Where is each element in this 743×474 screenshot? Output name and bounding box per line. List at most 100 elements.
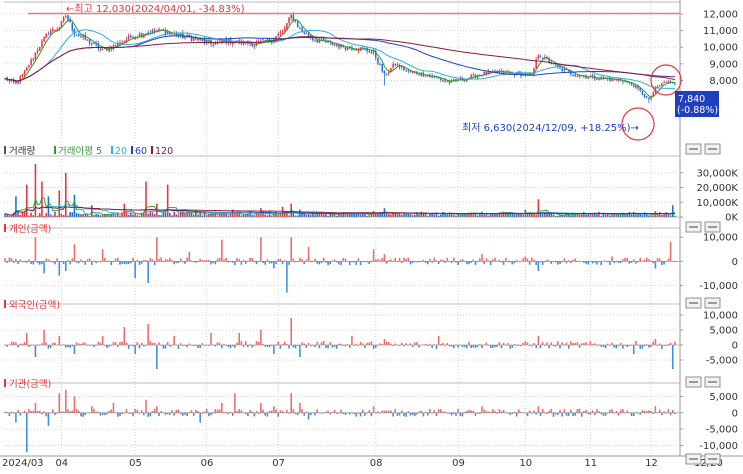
foreign-bar — [535, 345, 537, 349]
institution-bar — [593, 412, 596, 415]
institution-bar — [205, 408, 208, 413]
institution-bar — [528, 410, 531, 413]
individual-bar — [140, 261, 143, 264]
expand-icon[interactable] — [685, 221, 702, 233]
volume-bar — [192, 214, 195, 217]
institution-bar — [455, 412, 457, 416]
foreign-bar — [604, 345, 607, 349]
foreign-bar — [329, 342, 332, 345]
volume-bar — [628, 211, 631, 217]
foreign-bar — [47, 345, 50, 349]
foreign-bar — [661, 345, 663, 349]
individual-bar — [173, 261, 175, 265]
candle-body — [596, 78, 598, 80]
candle-body — [67, 15, 69, 21]
foreign-bar — [613, 345, 616, 348]
institution-bar — [34, 402, 37, 413]
y-tick-label-individual: 0 — [732, 257, 738, 268]
institution-bar — [433, 410, 436, 413]
zoom-icon[interactable] — [704, 453, 721, 465]
y-tick-label-foreign: -5,000 — [706, 356, 738, 367]
candle-body — [32, 58, 35, 60]
foreign-bar — [288, 345, 290, 349]
institution-bar — [622, 408, 624, 413]
institution-bar — [602, 412, 605, 416]
volume-bar — [511, 213, 514, 217]
zoom-icon[interactable] — [704, 376, 721, 388]
institution-bar — [73, 396, 76, 413]
zoom-icon[interactable] — [704, 221, 721, 233]
institution-bar — [199, 412, 201, 423]
foreign-bar — [134, 345, 136, 354]
individual-bar — [158, 258, 160, 262]
volume-bar — [667, 214, 670, 217]
x-tick-label: 10 — [519, 458, 532, 469]
institution-bar — [231, 412, 234, 416]
expand-icon[interactable] — [685, 143, 702, 155]
foreign-bar — [67, 345, 69, 348]
expand-icon[interactable] — [685, 297, 702, 309]
individual-bar — [667, 258, 670, 262]
individual-bar — [550, 261, 553, 264]
institution-bar — [307, 412, 310, 420]
foreign-bar — [500, 345, 503, 349]
institution-bar — [82, 412, 84, 417]
candle-body — [658, 85, 661, 87]
volume-bar — [101, 214, 104, 217]
institution-bar — [84, 412, 87, 416]
zoom-icon[interactable] — [704, 297, 721, 309]
institution-bar — [132, 412, 134, 417]
institution-bar — [619, 409, 622, 413]
institution-bar — [255, 410, 258, 413]
volume-bar — [518, 213, 520, 217]
y-tick-label-volume: 10,000K — [696, 198, 738, 209]
foreign-bar — [619, 342, 622, 345]
candle-body — [78, 34, 80, 36]
volume-legend-ma120: 120 — [155, 146, 173, 157]
individual-title: 개인(금액) — [9, 223, 51, 235]
foreign-bar — [671, 345, 674, 369]
foreign-bar — [522, 342, 524, 345]
institution-bar — [340, 409, 342, 413]
candle-body — [335, 44, 338, 46]
individual-bar — [574, 258, 576, 262]
volume-bar — [630, 214, 633, 217]
institution-bar — [405, 412, 407, 417]
individual-bar — [628, 261, 631, 264]
individual-bar — [281, 261, 284, 265]
institution-bar — [648, 410, 650, 413]
candle-body — [303, 31, 306, 34]
foreign-bar — [162, 345, 165, 349]
foreign-bar — [106, 345, 108, 349]
institution-bar — [253, 412, 256, 417]
institution-bar — [580, 412, 583, 417]
zoom-icon[interactable] — [704, 143, 721, 155]
individual-bar — [316, 261, 319, 264]
candle-body — [385, 74, 388, 76]
candle-body — [561, 68, 563, 71]
volume-bar — [19, 214, 22, 217]
foreign-bar — [240, 341, 243, 345]
volume-bar — [632, 211, 635, 217]
individual-bar — [461, 259, 464, 262]
foreign-bar — [101, 336, 104, 345]
foreign-bar — [639, 345, 642, 349]
stock-chart: 2024/0304050607080910111212/2012,00011,0… — [0, 0, 743, 470]
candle-body — [407, 70, 410, 72]
individual-bar — [279, 258, 282, 262]
institution-bar — [309, 412, 312, 416]
individual-bar — [255, 261, 258, 265]
candle-body — [622, 81, 624, 83]
expand-icon[interactable] — [685, 376, 702, 388]
x-tick-label: 06 — [201, 458, 214, 469]
current-change: (-0.88%) — [677, 105, 718, 116]
individual-bar — [249, 257, 251, 262]
candle-body — [353, 49, 355, 51]
volume-bar — [84, 214, 87, 217]
foreign-bar — [374, 345, 377, 348]
expand-icon[interactable] — [685, 453, 702, 465]
candle-body — [75, 34, 78, 36]
y-tick-label-institution: -5,000 — [706, 425, 738, 436]
individual-bar — [559, 261, 561, 264]
individual-bar — [318, 261, 321, 265]
